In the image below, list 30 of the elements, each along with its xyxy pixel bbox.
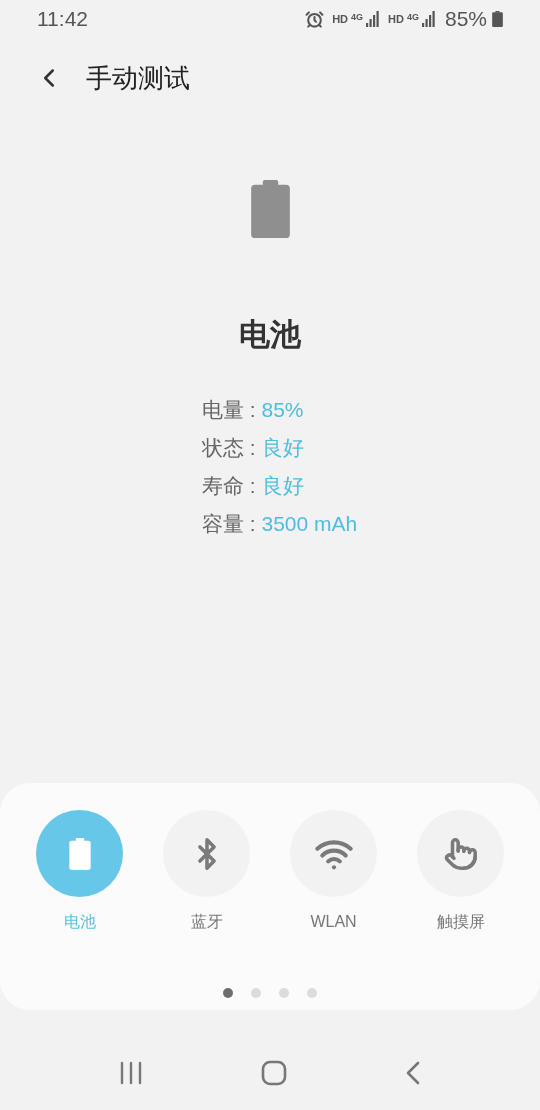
signal-icon [366, 11, 381, 27]
home-icon[interactable] [261, 1059, 287, 1086]
recent-apps-icon[interactable] [119, 1060, 143, 1085]
hd-label: HD [388, 11, 404, 27]
battery-large-icon [250, 180, 290, 238]
alarm-icon [305, 9, 325, 29]
hd-label: HD [332, 11, 349, 27]
test-label: 蓝牙 [190, 912, 223, 932]
info-label: 状态 : [202, 435, 257, 462]
status-battery-icon [492, 11, 503, 27]
info-value: 85% [261, 397, 304, 424]
test-label: 电池 [63, 912, 96, 932]
test-label: 触摸屏 [436, 912, 485, 932]
battery-title: 电池 [239, 316, 301, 354]
test-label: WLAN [310, 912, 357, 932]
info-value: 良好 [261, 435, 304, 462]
status-time: 11:42 [37, 6, 88, 33]
battery-percent: 85% [444, 6, 487, 33]
info-value: 良好 [261, 473, 304, 500]
network-type: 4G [406, 10, 419, 24]
back-nav-icon[interactable] [405, 1060, 421, 1085]
signal-icon [421, 11, 436, 27]
info-label: 容量 : [202, 511, 257, 538]
network-type: 4G [351, 10, 364, 24]
touch-icon [443, 836, 478, 871]
info-value: 3500 mAh [261, 511, 358, 538]
battery-icon [68, 837, 91, 870]
page-title: 手动测试 [86, 61, 190, 95]
info-label: 寿命 : [202, 473, 257, 500]
info-label: 电量 : [202, 397, 257, 424]
